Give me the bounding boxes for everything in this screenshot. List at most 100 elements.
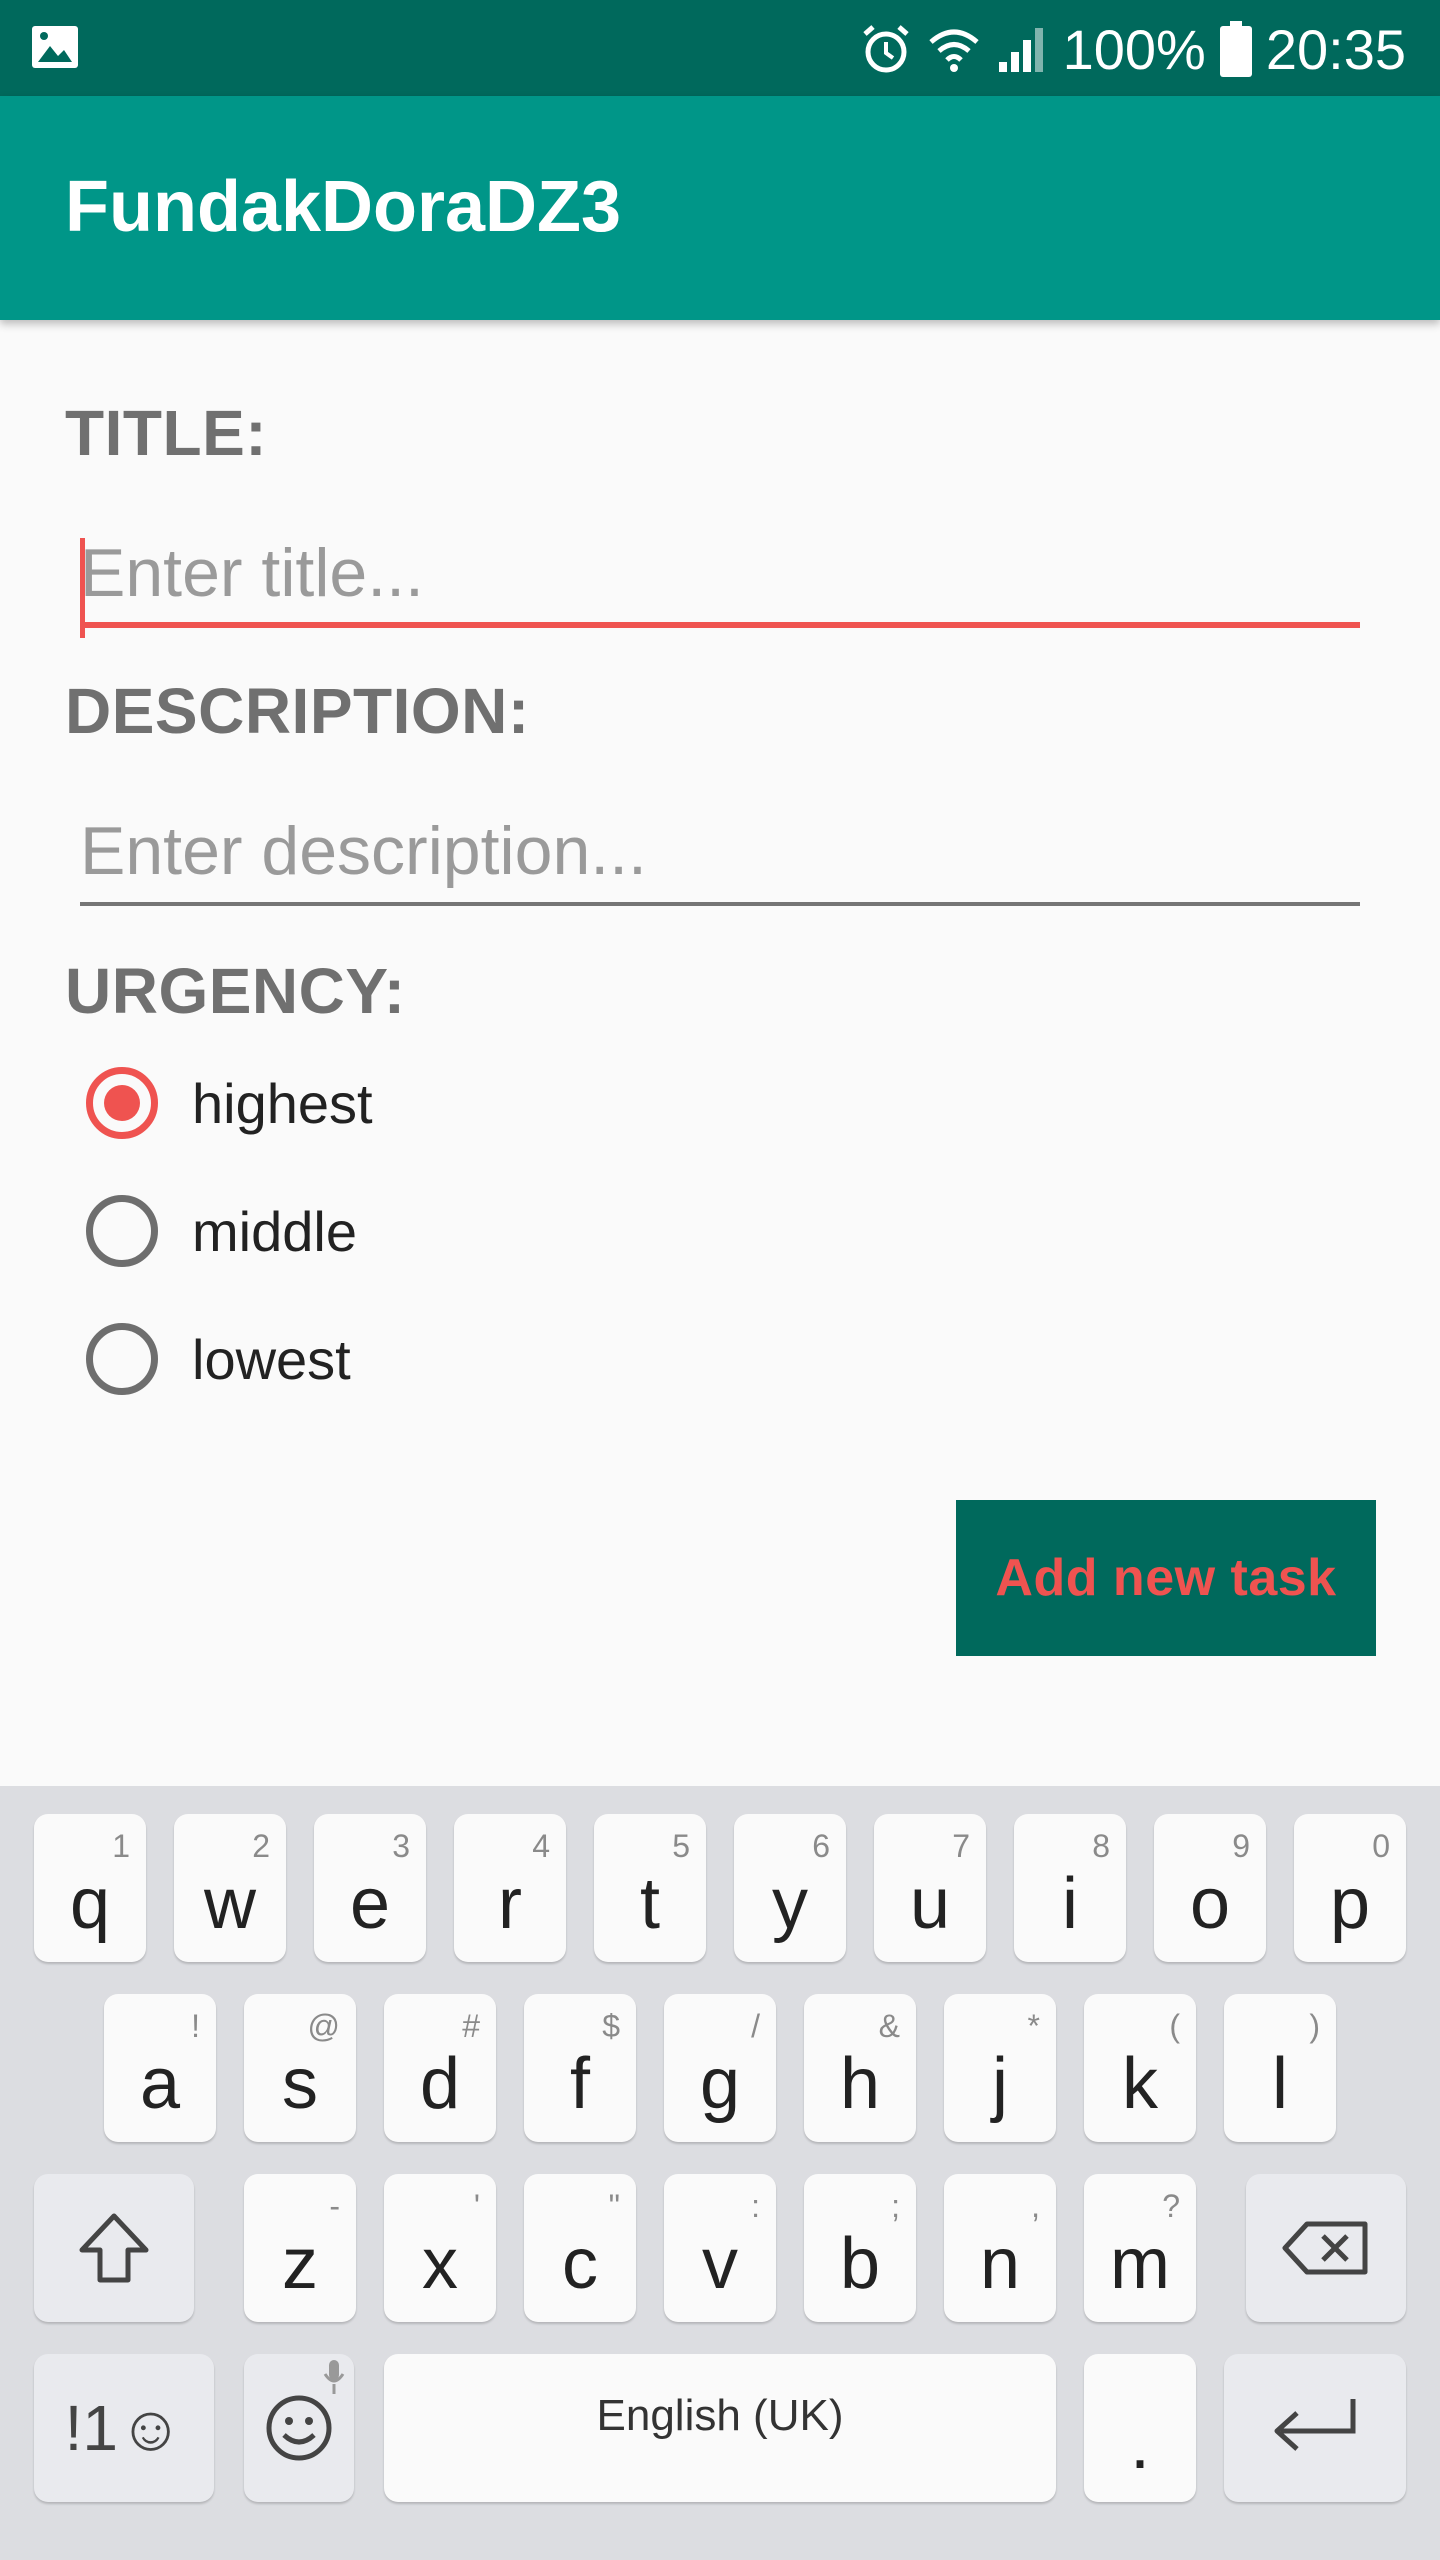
key-label: e xyxy=(349,1864,391,1944)
key-hint: ! xyxy=(191,2008,200,2044)
key-a[interactable]: ! a xyxy=(104,1994,216,2142)
key-hint: 5 xyxy=(672,1828,690,1864)
key-hint: ? xyxy=(1162,2188,1180,2224)
battery-icon xyxy=(1219,21,1252,77)
radio-label-highest: highest xyxy=(192,1071,373,1135)
backspace-icon xyxy=(1282,2221,1368,2275)
key-i[interactable]: 8i xyxy=(1014,1814,1126,1962)
battery-percent: 100% xyxy=(1062,17,1206,81)
key-m[interactable]: ? m xyxy=(1084,2174,1196,2322)
enter-key[interactable] xyxy=(1224,2354,1406,2502)
key-o[interactable]: 9o xyxy=(1154,1814,1266,1962)
app-bar: FundakDoraDZ3 xyxy=(0,96,1440,320)
period-key-label: . xyxy=(1129,2404,1150,2484)
key-hint: 8 xyxy=(1092,1828,1110,1864)
key-p[interactable]: 0p xyxy=(1294,1814,1406,1962)
key-x[interactable]: ' x xyxy=(384,2174,496,2322)
key-label: a xyxy=(139,2044,181,2124)
key-hint: 1 xyxy=(112,1828,130,1864)
title-field[interactable] xyxy=(80,518,1360,638)
title-input[interactable] xyxy=(80,518,1360,628)
period-key[interactable]: . xyxy=(1084,2354,1196,2502)
key-hint: " xyxy=(608,2188,620,2224)
key-hint: ) xyxy=(1309,2008,1320,2044)
key-v[interactable]: :v xyxy=(664,2174,776,2322)
key-t[interactable]: 5t xyxy=(594,1814,706,1962)
key-label: f xyxy=(569,2044,590,2124)
key-u[interactable]: 7u xyxy=(874,1814,986,1962)
key-label: o xyxy=(1189,1864,1231,1944)
description-field[interactable] xyxy=(80,796,1360,906)
radio-lowest[interactable]: lowest xyxy=(86,1314,351,1404)
backspace-key[interactable] xyxy=(1246,2174,1406,2322)
title-underline xyxy=(80,622,1360,628)
shift-icon xyxy=(79,2213,149,2283)
key-hint: & xyxy=(878,2008,900,2044)
key-f[interactable]: $ f xyxy=(524,1994,636,2142)
key-c[interactable]: " c xyxy=(524,2174,636,2322)
key-hint: ; xyxy=(891,2188,900,2224)
key-hint: - xyxy=(329,2188,340,2224)
add-task-button[interactable]: Add new task xyxy=(956,1500,1376,1656)
description-underline xyxy=(80,902,1360,906)
key-k[interactable]: (k xyxy=(1084,1994,1196,2142)
key-hint: 3 xyxy=(392,1828,410,1864)
description-input[interactable] xyxy=(80,796,1360,906)
key-hint: ( xyxy=(1169,2008,1180,2044)
image-icon xyxy=(32,26,78,68)
key-label: m xyxy=(1110,2224,1170,2304)
key-hint: 7 xyxy=(952,1828,970,1864)
key-label: j xyxy=(992,2044,1008,2124)
key-n[interactable]: ,n xyxy=(944,2174,1056,2322)
radio-highest[interactable]: highest xyxy=(86,1058,373,1148)
enter-icon xyxy=(1274,2399,1356,2451)
status-bar: 100% 20:35 xyxy=(0,0,1440,96)
radio-label-middle: middle xyxy=(192,1199,357,1263)
key-label: w xyxy=(204,1864,256,1944)
key-label: i xyxy=(1062,1864,1078,1944)
key-label: v xyxy=(702,2224,738,2304)
key-e[interactable]: 3e xyxy=(314,1814,426,1962)
status-icons: 100% 20:35 xyxy=(859,14,1406,84)
radio-button[interactable] xyxy=(86,1195,158,1267)
shift-key[interactable] xyxy=(34,2174,194,2322)
radio-button[interactable] xyxy=(86,1323,158,1395)
key-w[interactable]: 2w xyxy=(174,1814,286,1962)
key-r[interactable]: 4r xyxy=(454,1814,566,1962)
description-label: DESCRIPTION: xyxy=(65,675,530,747)
alarm-icon xyxy=(862,25,909,73)
key-hint: , xyxy=(1031,2188,1040,2224)
key-q[interactable]: 1q xyxy=(34,1814,146,1962)
key-hint: * xyxy=(1027,2008,1040,2044)
key-label: s xyxy=(282,2044,318,2124)
key-l[interactable]: ) l xyxy=(1224,1994,1336,2142)
key-label: y xyxy=(772,1864,808,1944)
key-g[interactable]: / g xyxy=(664,1994,776,2142)
symbols-key[interactable]: !1☺ xyxy=(34,2354,214,2502)
key-label: t xyxy=(639,1864,660,1944)
key-d[interactable]: # d xyxy=(384,1994,496,2142)
key-label: z xyxy=(282,2224,318,2304)
signal-icon xyxy=(998,28,1043,72)
key-hint: 2 xyxy=(252,1828,270,1864)
key-h[interactable]: & h xyxy=(804,1994,916,2142)
key-b[interactable]: ; b xyxy=(804,2174,916,2322)
emoji-key[interactable] xyxy=(244,2354,354,2502)
radio-middle[interactable]: middle xyxy=(86,1186,357,1276)
radio-button-checked[interactable] xyxy=(86,1067,158,1139)
key-hint: # xyxy=(462,2008,480,2044)
key-label: n xyxy=(979,2224,1021,2304)
space-key[interactable]: English (UK) xyxy=(384,2354,1056,2502)
key-label: u xyxy=(909,1864,951,1944)
key-j[interactable]: * j xyxy=(944,1994,1056,2142)
key-label: q xyxy=(69,1864,111,1944)
urgency-label: URGENCY: xyxy=(65,955,406,1027)
key-label: k xyxy=(1122,2044,1158,2124)
key-hint: / xyxy=(751,2008,760,2044)
key-y[interactable]: 6y xyxy=(734,1814,846,1962)
key-label: b xyxy=(839,2224,881,2304)
key-s[interactable]: @ s xyxy=(244,1994,356,2142)
key-hint: 4 xyxy=(532,1828,550,1864)
key-hint: 6 xyxy=(812,1828,830,1864)
key-z[interactable]: -z xyxy=(244,2174,356,2322)
